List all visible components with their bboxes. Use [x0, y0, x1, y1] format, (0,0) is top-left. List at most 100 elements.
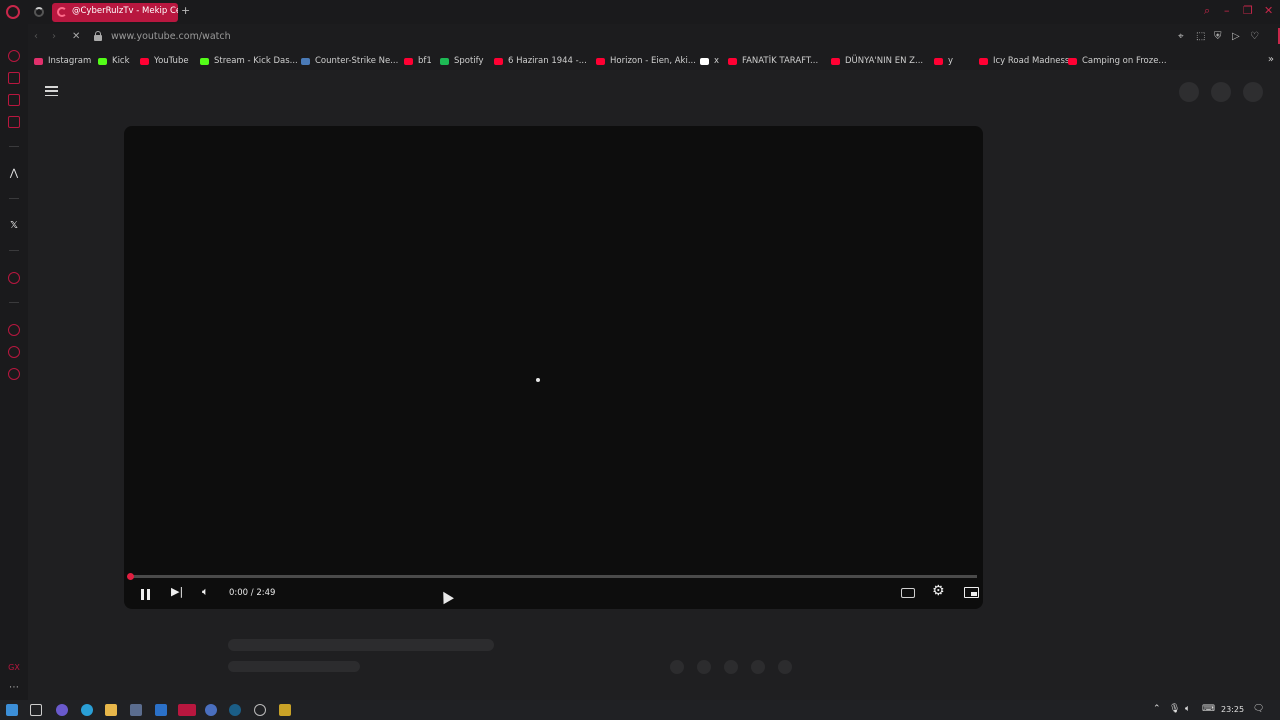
bookmark-item[interactable]: 6 Haziran 1944 -...: [494, 55, 587, 67]
maximize-button[interactable]: ❐: [1243, 4, 1253, 17]
sidebar-divider: [9, 302, 19, 303]
app-icon[interactable]: [279, 704, 291, 716]
bookmark-pin-icon[interactable]: ⌖: [1178, 31, 1184, 42]
more-icon[interactable]: ⋯: [8, 682, 20, 694]
play-icon[interactable]: ▷: [1232, 31, 1240, 42]
bookmark-label: Icy Road Madness...: [993, 56, 1078, 66]
bookmark-item[interactable]: Icy Road Madness...: [979, 55, 1077, 67]
folder-icon[interactable]: [105, 704, 117, 716]
tray-chevron-icon[interactable]: ⌃: [1153, 704, 1161, 714]
search-icon[interactable]: ⌕: [1204, 4, 1210, 18]
bookmark-item[interactable]: Spotify: [440, 55, 484, 67]
bookmark-item[interactable]: bf1: [404, 55, 432, 67]
bookmark-item[interactable]: Instagram: [34, 55, 91, 67]
close-button[interactable]: ✕: [1264, 4, 1273, 17]
app-icon[interactable]: [254, 704, 266, 716]
bookmark-item[interactable]: DÜNYA'NIN EN Z...: [831, 55, 923, 67]
notifications-icon[interactable]: 🗨︎: [1253, 704, 1264, 714]
bookmark-item[interactable]: x: [700, 55, 719, 67]
action-skeleton: [670, 660, 684, 674]
bookmark-label: x: [714, 56, 720, 66]
workspace-icon[interactable]: [8, 72, 20, 84]
scrubber-handle[interactable]: [127, 573, 134, 580]
bookmark-item[interactable]: Kick: [98, 55, 130, 67]
bookmarks-bar: Instagram Kick YouTube Stream - Kick Das...…: [28, 52, 1280, 69]
bookmark-label: Counter-Strike Ne...: [315, 56, 399, 66]
player-icon[interactable]: [8, 272, 20, 284]
header-skeleton-icon: [1179, 82, 1199, 102]
minimize-button[interactable]: –: [1224, 4, 1230, 17]
shield-icon[interactable]: ⛨: [1214, 31, 1222, 42]
youtube-icon: [596, 57, 605, 65]
windows-start-icon[interactable]: [6, 704, 18, 716]
bookmark-item[interactable]: FANATİK TARAFT...: [728, 55, 818, 67]
keyboard-icon[interactable]: ⌨: [1202, 704, 1215, 714]
edge-icon[interactable]: [81, 704, 93, 716]
settings-gear-icon[interactable]: ⚙: [932, 583, 945, 599]
volume-icon[interactable]: 🔈︎: [202, 585, 209, 601]
next-button[interactable]: ▶|: [171, 585, 183, 601]
miniplayer-button[interactable]: [964, 587, 979, 598]
volume-icon[interactable]: 🔈︎: [1185, 704, 1190, 714]
messenger-icon[interactable]: [8, 116, 20, 128]
app-icon[interactable]: [56, 704, 68, 716]
stop-loading-button[interactable]: ✕: [72, 31, 80, 42]
forward-button[interactable]: ›: [52, 31, 56, 42]
gx-icon[interactable]: GX: [8, 662, 20, 674]
address-bar: ‹ › ✕ www.youtube.com/watch ⌖ ⬚ ⛨ ▷ ♡: [28, 28, 1280, 48]
bookmark-item[interactable]: Stream - Kick Das...: [200, 55, 298, 67]
youtube-icon: [831, 57, 840, 65]
instagram-icon[interactable]: [8, 94, 20, 106]
bookmark-label: bf1: [418, 56, 432, 66]
x-icon[interactable]: 𝕏: [8, 220, 20, 232]
opera-gx-icon[interactable]: [178, 704, 196, 716]
pause-button[interactable]: [141, 585, 153, 601]
video-player[interactable]: ▶| 🔈︎ 0:00 / 2:49 ⚙: [124, 126, 983, 609]
task-view-icon[interactable]: [30, 704, 42, 716]
settings-icon[interactable]: [8, 368, 20, 380]
heart-icon[interactable]: ♡: [1250, 31, 1259, 42]
history-icon[interactable]: [8, 324, 20, 336]
header-skeleton-icon: [1211, 82, 1231, 102]
avatar[interactable]: [1243, 82, 1263, 102]
subtitles-button[interactable]: [901, 588, 915, 598]
sidebar-divider: [9, 146, 19, 147]
bookmark-label: YouTube: [154, 56, 189, 66]
action-skeleton: [778, 660, 792, 674]
more-bookmarks-button[interactable]: »: [1268, 54, 1274, 65]
subtitle-skeleton: [228, 661, 360, 672]
lock-icon[interactable]: [94, 31, 102, 41]
menu-icon[interactable]: [45, 86, 58, 97]
tab-title: @CyberRulzTv - Mekip Ce: [72, 6, 178, 16]
snapshot-icon[interactable]: ⬚: [1196, 31, 1205, 42]
bookmark-item[interactable]: Camping on Froze...: [1068, 55, 1167, 67]
bookmark-label: Kick: [112, 56, 130, 66]
back-button[interactable]: ‹: [34, 31, 38, 42]
tab-active[interactable]: @CyberRulzTv - Mekip Ce: [52, 3, 178, 22]
action-skeleton: [697, 660, 711, 674]
kick-icon[interactable]: ⋀: [8, 168, 20, 180]
bookmark-label: FANATİK TARAFT...: [742, 56, 819, 66]
bookmark-item[interactable]: y: [934, 55, 953, 67]
new-tab-button[interactable]: +: [181, 4, 190, 17]
instagram-icon: [34, 57, 43, 65]
taskbar: ⌃ 🎙︎ 🔈︎ ⌨ 23:25 🗨︎: [0, 700, 1280, 720]
sidebar: ⋀ 𝕏 GX ⋯: [0, 24, 28, 700]
outlook-icon[interactable]: [155, 704, 167, 716]
bookmark-item[interactable]: Counter-Strike Ne...: [301, 55, 398, 67]
bookmark-label: y: [948, 56, 954, 66]
store-icon[interactable]: [130, 704, 142, 716]
url-field[interactable]: www.youtube.com/watch: [111, 31, 231, 42]
progress-bar[interactable]: [130, 575, 977, 578]
bookmark-item[interactable]: YouTube: [140, 55, 189, 67]
opera-logo-icon[interactable]: [6, 5, 20, 19]
kick-icon: [200, 57, 209, 65]
extensions-icon[interactable]: [8, 346, 20, 358]
bookmark-item[interactable]: Horizon - Eien, Aki...: [596, 55, 696, 67]
microphone-icon[interactable]: 🎙︎: [1169, 704, 1180, 714]
aria-icon[interactable]: [8, 50, 20, 62]
clock[interactable]: 23:25: [1221, 705, 1244, 714]
kick-icon: [98, 57, 107, 65]
discord-icon[interactable]: [205, 704, 217, 716]
steam-icon[interactable]: [229, 704, 241, 716]
